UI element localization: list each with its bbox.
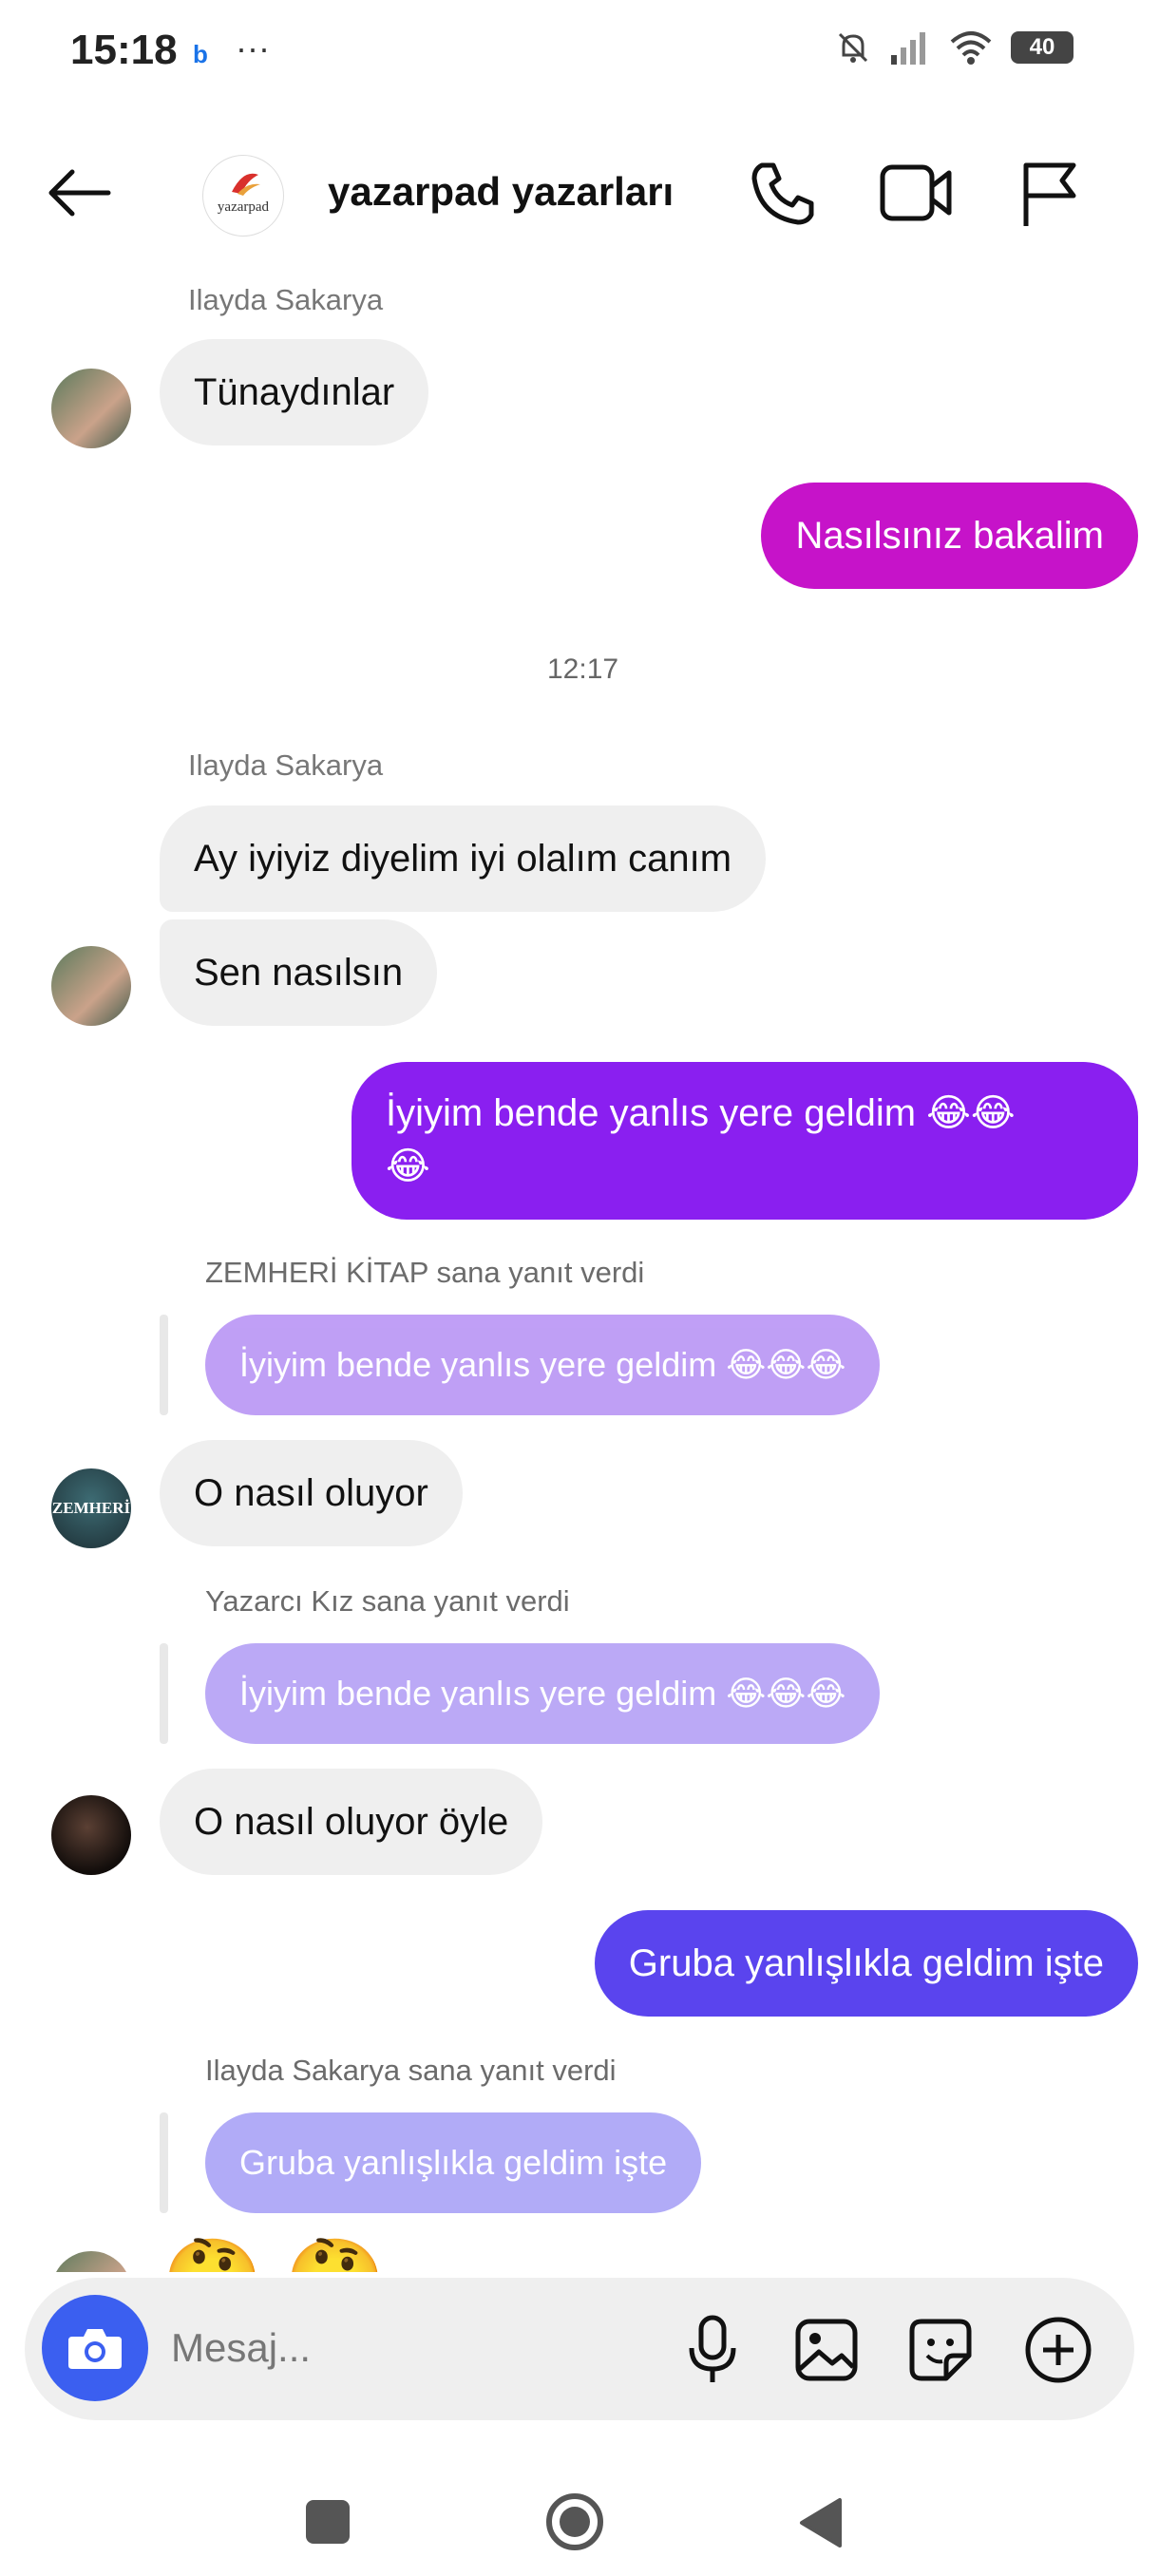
plus-icon[interactable] xyxy=(1024,2316,1092,2384)
reply-bar xyxy=(160,2112,168,2213)
wifi-icon xyxy=(950,31,992,65)
time-divider: 12:17 xyxy=(547,653,619,685)
gallery-icon[interactable] xyxy=(794,2318,859,2382)
recents-button[interactable] xyxy=(306,2500,350,2544)
sender-name: Ilayda Sakarya xyxy=(188,748,384,782)
incoming-message[interactable]: Tünaydınlar xyxy=(160,339,429,445)
outgoing-message[interactable]: Nasılsınız bakalim xyxy=(761,483,1138,589)
back-arrow-icon[interactable] xyxy=(46,164,112,221)
message-text: İyiyim bende yanlıs yere geldim 😂😂 xyxy=(386,1092,1016,1134)
incoming-message[interactable]: Sen nasılsın xyxy=(160,919,438,1026)
sticker-icon[interactable] xyxy=(908,2318,973,2382)
phone-icon[interactable] xyxy=(749,160,817,228)
bing-app-icon: b xyxy=(193,40,208,68)
reply-label: ZEMHERİ KİTAP sana yanıt verdi xyxy=(205,1256,645,1289)
quoted-message[interactable]: İyiyim bende yanlıs yere geldim 😂😂😂 xyxy=(205,1643,881,1744)
camera-icon xyxy=(68,2329,122,2369)
yazarpad-logo-icon: yazarpad xyxy=(218,173,270,215)
outgoing-message[interactable]: İyiyim bende yanlıs yere geldim 😂😂 😂 xyxy=(352,1062,1138,1220)
back-nav-button[interactable] xyxy=(796,2496,844,2549)
camera-button[interactable] xyxy=(42,2295,148,2401)
user-avatar[interactable] xyxy=(51,369,131,448)
signal-icon xyxy=(891,32,925,65)
status-time: 15:18 xyxy=(70,27,178,73)
user-avatar[interactable] xyxy=(51,946,131,1026)
incoming-message[interactable]: O nasıl oluyor öyle xyxy=(160,1769,543,1875)
mute-icon xyxy=(838,32,868,63)
reply-label: Ilayda Sakarya sana yanıt verdi xyxy=(205,2054,617,2087)
zemheri-avatar[interactable]: ZEMHERİ xyxy=(51,1468,131,1548)
quoted-message[interactable]: İyiyim bende yanlıs yere geldim 😂😂😂 xyxy=(205,1315,881,1415)
reply-bar xyxy=(160,1315,168,1415)
microphone-icon[interactable] xyxy=(684,2314,741,2386)
user-avatar[interactable] xyxy=(51,1795,131,1875)
message-input[interactable]: Mesaj... xyxy=(171,2325,311,2371)
avatar-text: ZEMHERİ xyxy=(51,1499,131,1517)
reply-bar xyxy=(160,1643,168,1744)
quoted-message[interactable]: Gruba yanlışlıkla geldim işte xyxy=(205,2112,702,2213)
home-button[interactable] xyxy=(543,2491,606,2553)
flag-icon[interactable] xyxy=(1018,160,1081,228)
video-icon[interactable] xyxy=(879,161,955,224)
status-icons: 40 xyxy=(834,28,1074,66)
group-avatar[interactable]: yazarpad xyxy=(202,155,284,237)
battery-indicator: 40 xyxy=(1011,31,1074,64)
svg-text:yazarpad: yazarpad xyxy=(218,199,270,215)
incoming-message[interactable]: Ay iyiyiz diyelim iyi olalım canım xyxy=(160,805,767,912)
outgoing-message[interactable]: Gruba yanlışlıkla geldim işte xyxy=(594,1910,1138,2017)
conversation-title[interactable]: yazarpad yazarları xyxy=(328,169,674,215)
reply-label: Yazarcı Kız sana yanıt verdi xyxy=(205,1584,570,1618)
incoming-message[interactable]: O nasıl oluyor xyxy=(160,1440,463,1546)
more-notifications-icon: ··· xyxy=(236,28,270,67)
message-text: 😂 xyxy=(386,1146,430,1187)
sender-name: Ilayda Sakarya xyxy=(188,283,384,316)
